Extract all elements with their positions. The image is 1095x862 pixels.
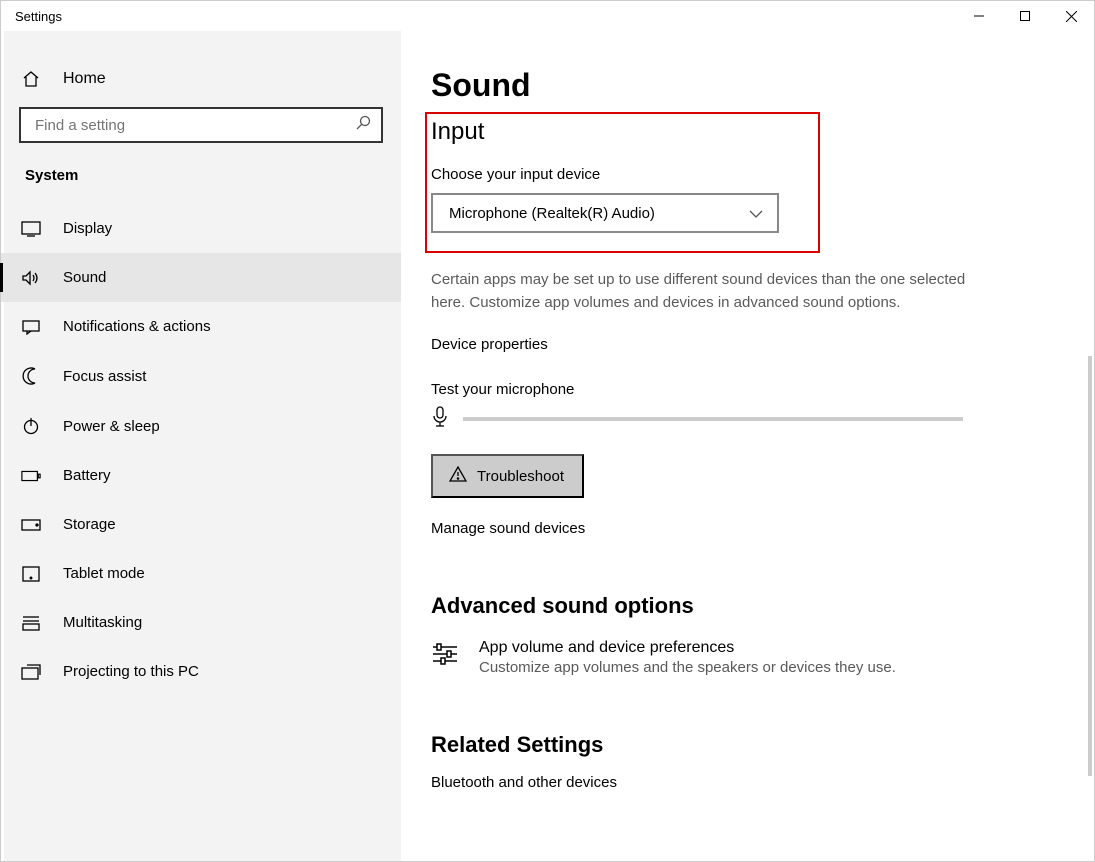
input-device-dropdown[interactable]: Microphone (Realtek(R) Audio) (431, 193, 779, 233)
display-icon (21, 221, 41, 237)
storage-icon (21, 519, 41, 531)
sliders-icon (431, 643, 459, 676)
sidebar-item-projecting[interactable]: Projecting to this PC (1, 647, 401, 696)
sidebar-item-label: Tablet mode (63, 565, 145, 582)
search-icon (355, 115, 371, 135)
maximize-button[interactable] (1002, 1, 1048, 31)
choose-input-label: Choose your input device (431, 166, 808, 183)
multitasking-icon (21, 615, 41, 631)
notifications-icon (21, 319, 41, 335)
dropdown-value: Microphone (Realtek(R) Audio) (449, 205, 655, 222)
close-button[interactable] (1048, 1, 1094, 31)
sidebar-item-label: Projecting to this PC (63, 663, 199, 680)
test-mic-label: Test your microphone (431, 381, 1094, 398)
sidebar-item-label: Sound (63, 269, 106, 286)
input-section-highlight: Input Choose your input device Microphon… (425, 112, 820, 253)
bluetooth-link[interactable]: Bluetooth and other devices (431, 774, 1094, 791)
sidebar-item-label: Focus assist (63, 368, 146, 385)
troubleshoot-button[interactable]: Troubleshoot (431, 454, 584, 498)
page-title: Sound (431, 67, 1094, 104)
sound-icon (21, 270, 41, 286)
projecting-icon (21, 664, 41, 680)
chevron-down-icon (749, 205, 763, 222)
focus-assist-icon (21, 367, 41, 385)
search-input[interactable] (19, 107, 383, 143)
minimize-button[interactable] (956, 1, 1002, 31)
manage-sound-devices-link[interactable]: Manage sound devices (431, 520, 1094, 537)
sidebar-item-notifications[interactable]: Notifications & actions (1, 302, 401, 351)
sidebar-item-storage[interactable]: Storage (1, 500, 401, 549)
power-icon (21, 417, 41, 435)
pref-desc: Customize app volumes and the speakers o… (479, 659, 896, 676)
sidebar-item-sound[interactable]: Sound (1, 253, 401, 302)
tablet-icon (21, 566, 41, 582)
mic-level-row (431, 406, 1094, 432)
app-volume-preferences[interactable]: App volume and device preferences Custom… (431, 639, 1094, 676)
sidebar-item-focus-assist[interactable]: Focus assist (1, 351, 401, 401)
sidebar-item-label: Display (63, 220, 112, 237)
home-label: Home (63, 70, 106, 88)
pref-title: App volume and device preferences (479, 639, 896, 657)
window-controls (956, 1, 1094, 31)
sidebar: Home System Display (1, 31, 401, 861)
sidebar-item-label: Multitasking (63, 614, 142, 631)
sidebar-item-display[interactable]: Display (1, 204, 401, 253)
sidebar-item-tablet-mode[interactable]: Tablet mode (1, 549, 401, 598)
warning-icon (449, 466, 467, 486)
mic-level-bar (463, 417, 963, 421)
input-description: Certain apps may be set up to use differ… (431, 269, 991, 314)
battery-icon (21, 470, 41, 482)
advanced-heading: Advanced sound options (431, 593, 1094, 619)
sidebar-item-label: Battery (63, 467, 111, 484)
related-heading: Related Settings (431, 732, 1094, 758)
category-heading: System (19, 143, 383, 198)
sidebar-item-label: Storage (63, 516, 116, 533)
sidebar-item-multitasking[interactable]: Multitasking (1, 598, 401, 647)
sidebar-item-label: Power & sleep (63, 418, 160, 435)
main-content: Sound Input Choose your input device Mic… (401, 31, 1094, 861)
microphone-icon (431, 406, 449, 432)
search-field[interactable] (35, 117, 355, 134)
home-button[interactable]: Home (19, 55, 383, 107)
troubleshoot-label: Troubleshoot (477, 468, 564, 485)
titlebar: Settings (1, 1, 1094, 31)
scrollbar[interactable] (1088, 356, 1092, 776)
window-title: Settings (1, 9, 62, 24)
input-heading: Input (431, 118, 808, 146)
sidebar-item-label: Notifications & actions (63, 318, 211, 335)
sidebar-item-power-sleep[interactable]: Power & sleep (1, 401, 401, 451)
nav-list: Display Sound Notifications & actions (1, 204, 401, 696)
home-icon (21, 69, 41, 89)
device-properties-link[interactable]: Device properties (431, 336, 1094, 353)
sidebar-item-battery[interactable]: Battery (1, 451, 401, 500)
